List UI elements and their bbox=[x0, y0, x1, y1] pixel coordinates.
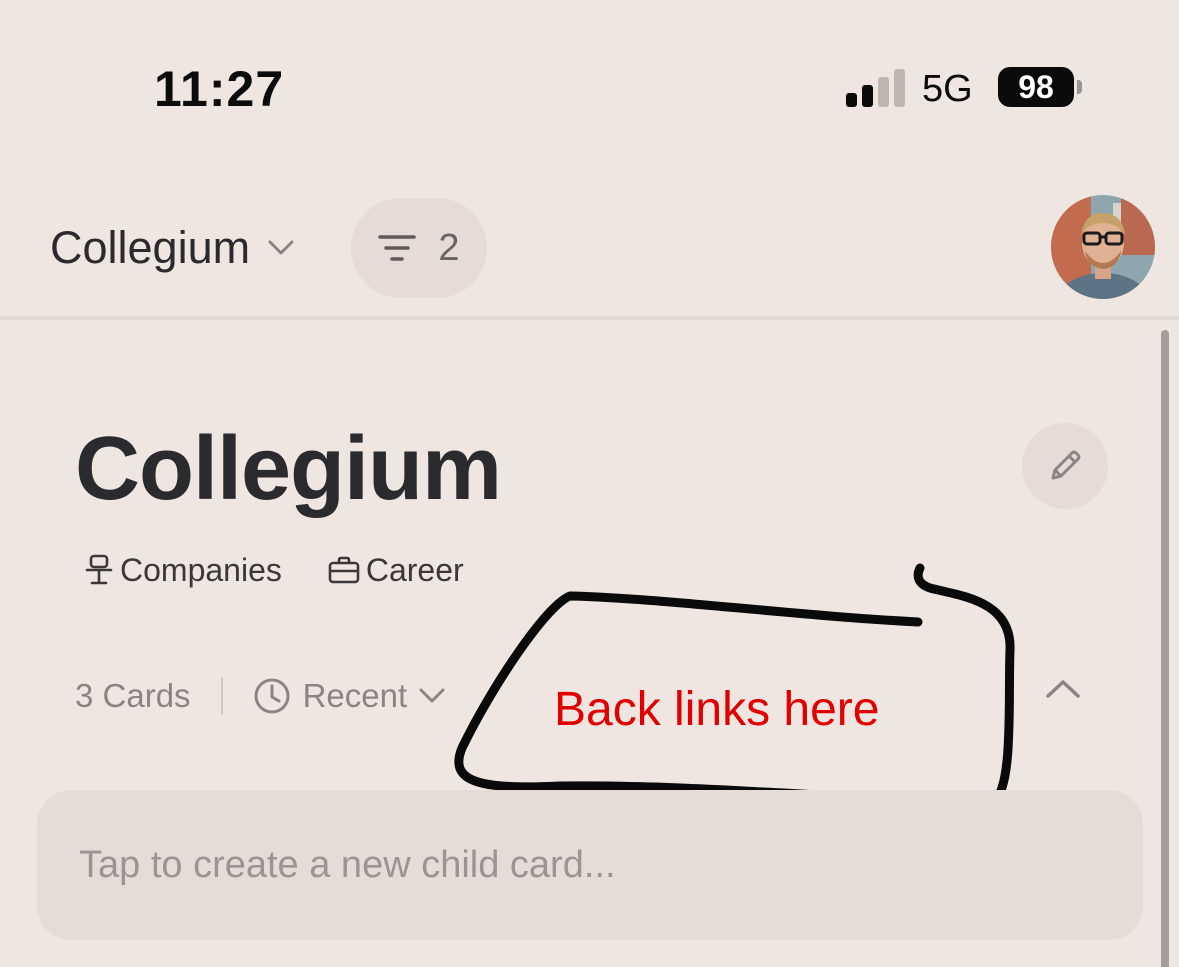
sort-dropdown[interactable]: Recent bbox=[253, 677, 446, 715]
tag-companies[interactable]: Companies bbox=[84, 548, 282, 592]
pencil-icon bbox=[1051, 450, 1081, 480]
status-bar: 11:27 5G 98 bbox=[0, 0, 1179, 150]
cellular-signal-icon bbox=[846, 69, 906, 107]
sort-label: Recent bbox=[302, 677, 408, 714]
chevron-up-icon bbox=[1046, 680, 1080, 698]
network-type: 5G bbox=[922, 68, 973, 110]
tag-label: Companies bbox=[120, 551, 282, 588]
filter-count: 2 bbox=[438, 226, 460, 269]
chevron-down-icon bbox=[419, 688, 445, 703]
status-time: 11:27 bbox=[154, 61, 285, 117]
workspace-switcher[interactable]: Collegium bbox=[50, 220, 294, 276]
nav-divider bbox=[0, 316, 1179, 320]
new-child-card-input[interactable]: Tap to create a new child card... bbox=[37, 790, 1143, 940]
annotation-text: Back links here bbox=[554, 683, 880, 736]
scrollbar[interactable] bbox=[1161, 330, 1169, 967]
battery-level: 98 bbox=[1018, 69, 1054, 105]
avatar[interactable] bbox=[1051, 195, 1155, 299]
battery-tip bbox=[1077, 80, 1082, 94]
briefcase-icon bbox=[328, 556, 360, 584]
workspace-name: Collegium bbox=[50, 222, 251, 273]
card-meta-row: 3 Cards Recent bbox=[75, 672, 445, 720]
chevron-down-icon bbox=[268, 240, 294, 255]
podium-icon bbox=[85, 554, 113, 585]
battery-icon: 98 bbox=[998, 67, 1074, 107]
tag-career[interactable]: Career bbox=[328, 548, 464, 592]
meta-separator bbox=[220, 677, 223, 715]
filter-icon bbox=[378, 235, 417, 261]
tag-list: Companies Career bbox=[84, 548, 464, 592]
clock-icon bbox=[254, 678, 290, 714]
edit-button[interactable] bbox=[1022, 423, 1108, 509]
new-card-placeholder: Tap to create a new child card... bbox=[79, 843, 616, 886]
collapse-button[interactable] bbox=[1044, 676, 1082, 702]
card-count: 3 Cards bbox=[75, 677, 191, 714]
user-photo-icon bbox=[1051, 195, 1155, 299]
page-title: Collegium bbox=[75, 419, 502, 519]
tag-label: Career bbox=[365, 551, 464, 588]
filter-button[interactable]: 2 bbox=[351, 198, 487, 298]
top-nav: Collegium 2 bbox=[0, 190, 1179, 318]
